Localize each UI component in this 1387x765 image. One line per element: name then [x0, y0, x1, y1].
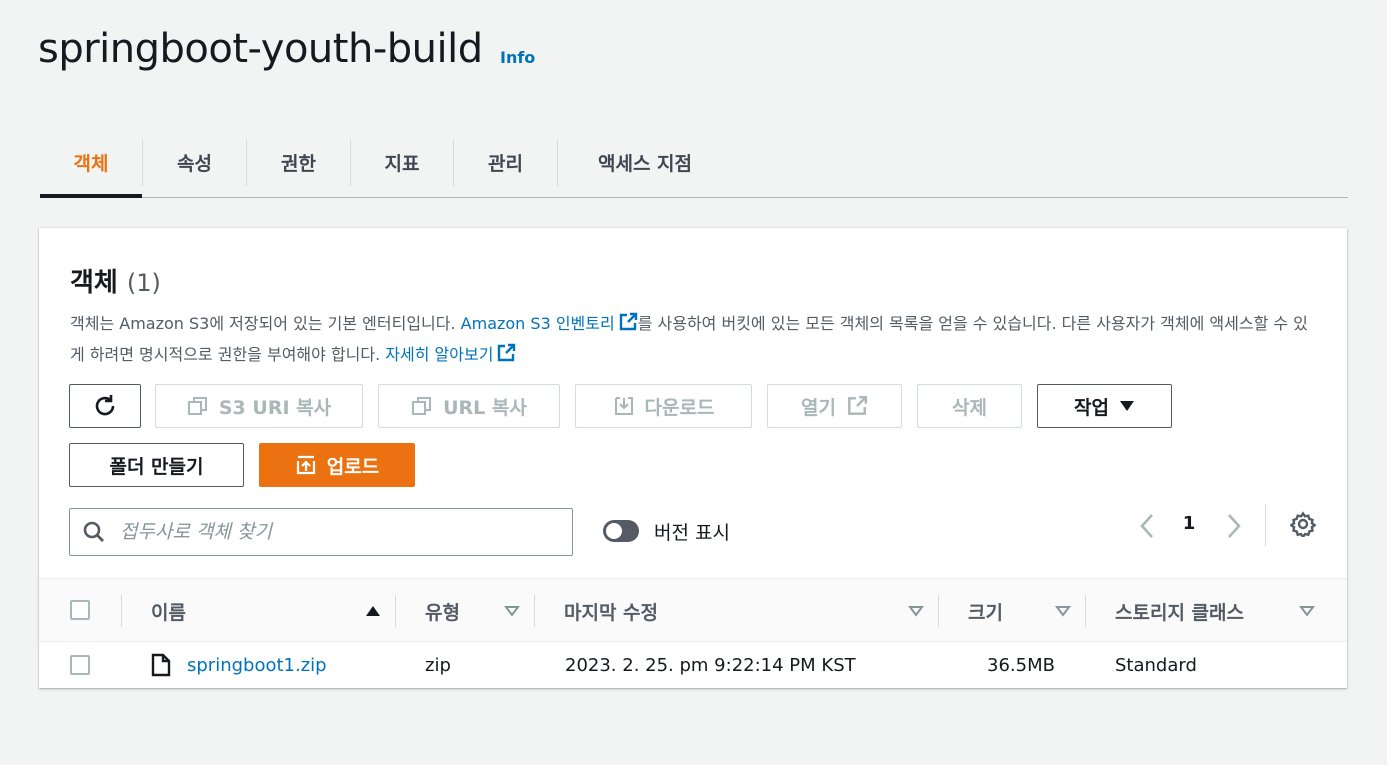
external-link-icon: [498, 343, 516, 362]
column-header-label: 스토리지 클래스: [1115, 601, 1244, 624]
tab-properties[interactable]: 속성: [143, 128, 246, 197]
page-title: springboot-youth-build: [38, 26, 483, 72]
chevron-right-icon: [1228, 514, 1241, 538]
next-page-button[interactable]: [1222, 512, 1246, 540]
caret-down-icon: [1119, 401, 1134, 411]
actions-dropdown[interactable]: 작업: [1037, 384, 1172, 428]
panel-description: 객체는 Amazon S3에 저장되어 있는 기본 엔터티입니다. Amazon…: [70, 308, 1310, 370]
info-link[interactable]: Info: [500, 48, 535, 67]
refresh-button[interactable]: [69, 384, 141, 428]
create-folder-button[interactable]: 폴더 만들기: [69, 443, 244, 487]
download-label: 다운로드: [644, 396, 715, 419]
column-header-label: 이름: [151, 601, 186, 624]
chevron-left-icon: [1140, 514, 1153, 538]
inventory-link-label: Amazon S3 인벤토리: [460, 314, 615, 333]
upload-label: 업로드: [326, 455, 380, 478]
sort-icon: [504, 606, 520, 617]
file-name-link[interactable]: springboot1.zip: [187, 655, 327, 676]
sort-icon: [908, 606, 924, 617]
download-icon: [614, 397, 633, 415]
sort-ascending-icon: [366, 606, 380, 616]
copy-icon: [187, 397, 207, 415]
tab-management[interactable]: 관리: [454, 128, 557, 197]
refresh-icon: [95, 395, 115, 416]
column-header-label: 유형: [425, 601, 460, 624]
upload-icon: [296, 455, 315, 475]
copy-s3-uri-button[interactable]: S3 URI 복사: [155, 384, 363, 428]
gear-icon: [1289, 511, 1317, 539]
table-header: 이름 유형 마지막 수정 크기 스토리지 클래스: [39, 578, 1347, 642]
upload-button[interactable]: 업로드: [259, 443, 415, 487]
show-versions-label: 버전 표시: [654, 522, 730, 544]
copy-s3-uri-label: S3 URI 복사: [218, 396, 332, 419]
download-button[interactable]: 다운로드: [575, 384, 752, 428]
current-page[interactable]: 1: [1179, 513, 1199, 534]
external-link-icon: [619, 312, 637, 331]
external-link-icon: [848, 395, 867, 415]
table-row: springboot1.zip zip 2023. 2. 25. pm 9:22…: [39, 642, 1347, 688]
sort-icon: [1299, 606, 1315, 617]
pager-divider: [1265, 504, 1266, 546]
file-name-cell: springboot1.zip: [151, 642, 327, 688]
actions-label: 작업: [1074, 396, 1109, 419]
open-button[interactable]: 열기: [767, 384, 902, 428]
delete-button[interactable]: 삭제: [917, 384, 1022, 428]
sort-icon: [1055, 606, 1071, 617]
file-type-cell: zip: [425, 654, 451, 676]
tab-access-points[interactable]: 액세스 지점: [558, 128, 732, 197]
panel-title: 객체 (1): [70, 262, 161, 299]
tab-permissions[interactable]: 권한: [247, 128, 350, 197]
show-versions-toggle[interactable]: [603, 520, 639, 542]
tab-metrics[interactable]: 지표: [351, 128, 453, 197]
desc-text-1: 객체는 Amazon S3에 저장되어 있는 기본 엔터티입니다.: [70, 314, 461, 333]
copy-url-button[interactable]: URL 복사: [378, 384, 560, 428]
delete-label: 삭제: [952, 396, 987, 419]
inventory-link[interactable]: Amazon S3 인벤토리: [460, 312, 638, 333]
column-header-type[interactable]: 유형: [395, 579, 534, 643]
object-count: (1): [126, 269, 161, 297]
learn-more-link[interactable]: 자세히 알아보기: [385, 343, 516, 364]
table-settings-button[interactable]: [1289, 511, 1317, 539]
select-all-checkbox[interactable]: [70, 600, 90, 620]
file-icon: [151, 653, 171, 677]
copy-url-label: URL 복사: [443, 396, 527, 419]
learn-more-label: 자세히 알아보기: [385, 345, 494, 364]
open-label: 열기: [801, 396, 836, 419]
size-cell: 36.5MB: [987, 654, 1055, 676]
tab-objects[interactable]: 객체: [40, 128, 142, 198]
search-icon: [83, 521, 104, 542]
panel-title-text: 객체: [70, 268, 118, 298]
row-checkbox[interactable]: [70, 655, 90, 675]
column-header-last-modified[interactable]: 마지막 수정: [534, 579, 938, 643]
column-header-size[interactable]: 크기: [938, 579, 1085, 643]
column-header-storage-class[interactable]: 스토리지 클래스: [1085, 579, 1329, 643]
column-header-label: 마지막 수정: [564, 601, 659, 624]
create-folder-label: 폴더 만들기: [109, 455, 204, 478]
prev-page-button[interactable]: [1135, 512, 1159, 540]
search-input[interactable]: [120, 521, 560, 543]
search-box: [69, 508, 573, 556]
objects-panel: 객체 (1) 객체는 Amazon S3에 저장되어 있는 기본 엔터티입니다.…: [39, 228, 1347, 688]
last-modified-cell: 2023. 2. 25. pm 9:22:14 PM KST: [565, 654, 856, 676]
tab-bar: 객체 속성 권한 지표 관리 액세스 지점: [40, 128, 1348, 198]
copy-icon: [412, 397, 432, 415]
column-header-label: 크기: [968, 601, 1003, 624]
column-header-name[interactable]: 이름: [121, 579, 395, 643]
storage-class-cell: Standard: [1115, 654, 1197, 676]
